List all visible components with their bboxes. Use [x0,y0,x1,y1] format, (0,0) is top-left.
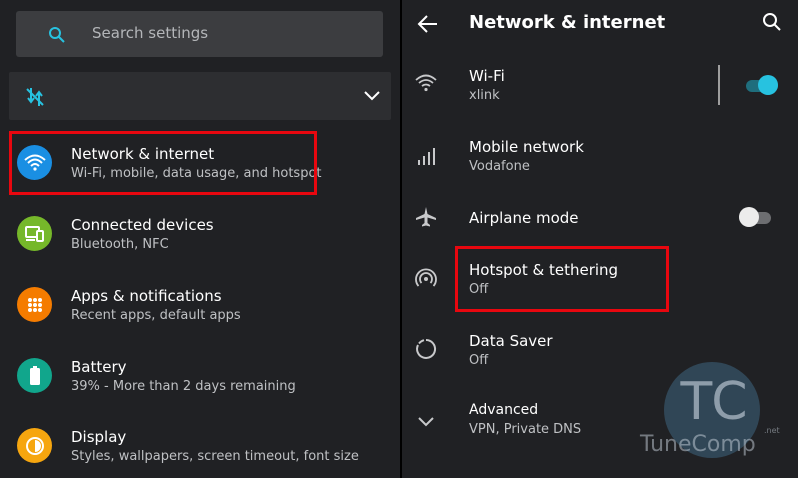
chevron-down-icon[interactable] [363,89,381,103]
setting-title: Battery [71,358,127,376]
page-title: Network & internet [469,12,666,33]
display-icon [17,428,52,463]
devices-icon [17,216,52,251]
net-item-subtitle: Vodafone [469,159,530,174]
net-item-title: Mobile network [469,138,584,156]
search-placeholder: Search settings [92,24,209,42]
chevron-down-icon [418,417,434,427]
signal-icon [418,148,435,165]
airplane-icon [416,207,436,227]
data-saver-icon [416,338,437,359]
watermark-logo: TC [680,372,750,432]
mobile-data-off-icon [26,88,44,106]
setting-connected-devices[interactable]: Connected devices Bluetooth, NFC [0,199,400,269]
net-item-title: Advanced [469,402,539,418]
app-bar: Network & internet [402,0,798,50]
suggestion-bar[interactable] [9,72,391,120]
highlight-box [9,131,317,195]
airplane-toggle[interactable] [739,207,771,227]
back-arrow-icon[interactable] [416,12,440,36]
setting-subtitle: Recent apps, default apps [71,308,241,323]
setting-apps-notifications[interactable]: Apps & notifications Recent apps, defaul… [0,270,400,340]
watermark-name: TuneComp [640,432,756,457]
setting-title: Connected devices [71,216,214,234]
search-icon[interactable] [762,12,782,32]
search-settings-bar[interactable]: Search settings [16,11,383,57]
search-icon [49,27,65,43]
settings-panel: Search settings Network & internet Wi-Fi… [0,0,400,478]
setting-subtitle: Styles, wallpapers, screen timeout, font… [71,449,359,464]
net-item-wifi[interactable]: Wi-Fi xlink [402,50,798,120]
net-item-title: Airplane mode [469,209,579,227]
setting-battery[interactable]: Battery 39% - More than 2 days remaining [0,341,400,411]
hotspot-icon [415,268,437,287]
setting-title: Display [71,428,127,446]
net-item-title: Data Saver [469,332,553,350]
setting-subtitle: 39% - More than 2 days remaining [71,379,296,394]
wifi-toggle[interactable] [746,75,778,95]
divider [718,65,720,105]
wifi-icon [415,74,437,92]
apps-icon [17,287,52,322]
highlight-box [455,246,669,312]
watermark-tld: .net [764,426,780,435]
setting-subtitle: Bluetooth, NFC [71,237,169,252]
net-item-title: Wi-Fi [469,67,505,85]
net-item-subtitle: Off [469,353,489,368]
battery-icon [17,358,52,393]
net-item-subtitle: VPN, Private DNS [469,422,582,437]
setting-display[interactable]: Display Styles, wallpapers, screen timeo… [0,411,400,478]
setting-title: Apps & notifications [71,287,222,305]
net-item-mobile-network[interactable]: Mobile network Vodafone [402,121,798,191]
net-item-subtitle: xlink [469,88,500,103]
